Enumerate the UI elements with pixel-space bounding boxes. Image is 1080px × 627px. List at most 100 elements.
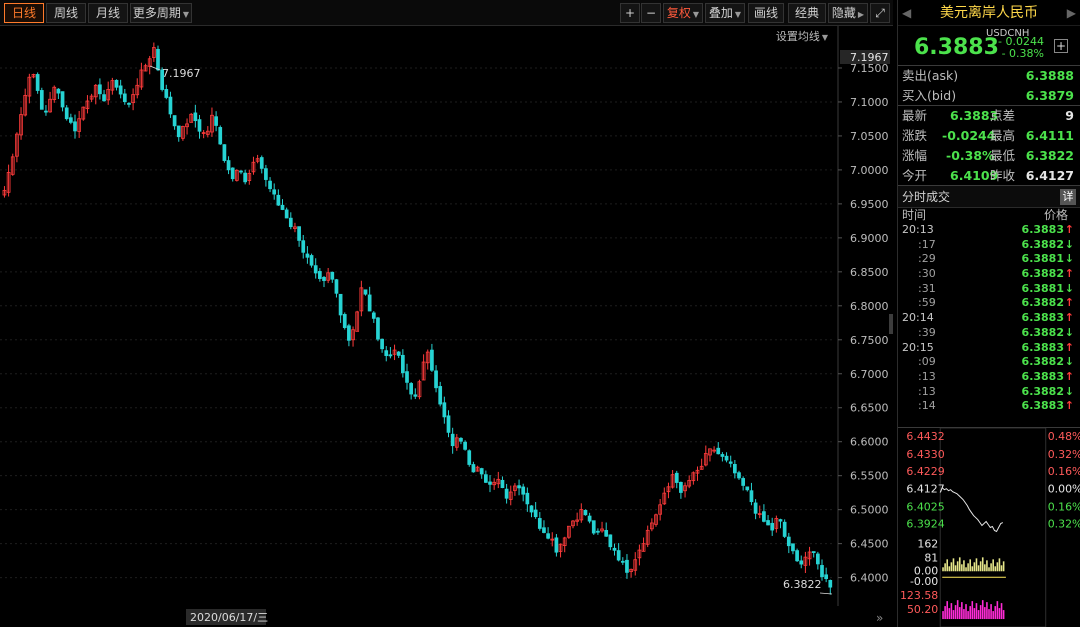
high-value: 6.4111 bbox=[1025, 128, 1074, 143]
kline-chart[interactable]: 7.15007.10007.05007.00006.95006.90006.85… bbox=[0, 26, 893, 627]
prev-close-label: 昨收 bbox=[990, 168, 1016, 183]
tick-row: :09 6.3882 ↓ bbox=[898, 355, 1080, 370]
candle-body bbox=[533, 509, 538, 518]
mini-price-label: 6.4127 bbox=[906, 483, 944, 496]
candle-body bbox=[230, 167, 235, 180]
mini-pct-label: 0.00% bbox=[1048, 483, 1080, 496]
candle-body bbox=[98, 84, 102, 95]
tick-row: :13 6.3882 ↓ bbox=[898, 385, 1080, 400]
prev-symbol-icon[interactable]: ◀ bbox=[902, 0, 911, 26]
quote-summary: USDCNH 6.3883 - 0.0244 - 0.38% + bbox=[898, 26, 1080, 66]
intraday-mini-chart[interactable]: 6.4432 6.4330 6.4229 6.4127 6.4025 6.3924 0.48… bbox=[898, 427, 1080, 627]
y-tick-label: 6.8000 bbox=[850, 300, 889, 313]
candle-body bbox=[239, 170, 243, 173]
candle-body bbox=[517, 485, 521, 489]
tick-row: :17 6.3882 ↓ bbox=[898, 238, 1080, 253]
mini-indicator-bar bbox=[971, 601, 974, 620]
candle-body bbox=[380, 338, 384, 350]
more-periods-label: 更多周期 bbox=[132, 6, 181, 20]
candle-body bbox=[583, 509, 588, 516]
mini-indicator-bar bbox=[956, 600, 959, 620]
candle-body bbox=[525, 492, 530, 505]
y-tick-label: 6.6000 bbox=[850, 436, 889, 449]
period-monthly-button[interactable]: 月线 bbox=[88, 3, 128, 23]
high-marker-label: 7.1967 bbox=[162, 67, 201, 80]
candle-body bbox=[587, 515, 592, 522]
overlay-dropdown[interactable]: 叠加 ▼ bbox=[705, 3, 745, 23]
candle-body bbox=[73, 121, 77, 132]
zoom-out-button[interactable]: − bbox=[641, 3, 661, 23]
candle-body bbox=[39, 90, 44, 110]
mini-volume-bar bbox=[967, 563, 969, 572]
candle-body bbox=[782, 521, 787, 537]
period-weekly-button[interactable]: 周线 bbox=[46, 3, 86, 23]
ticks-detail-button[interactable]: 详 bbox=[1060, 189, 1076, 205]
tick-row: 20:14 6.3883 ↑ bbox=[898, 311, 1080, 326]
candle-body bbox=[164, 89, 169, 98]
more-periods-dropdown[interactable]: 更多周期 ▼ bbox=[130, 3, 192, 23]
ask-value: 6.3888 bbox=[1025, 68, 1074, 83]
ma-settings-dropdown[interactable]: 设置均线 ▼ bbox=[776, 28, 828, 44]
low-value: 6.3822 bbox=[1025, 148, 1074, 163]
draw-lines-button[interactable]: 画线 bbox=[748, 3, 784, 23]
mini-indicator-bar bbox=[973, 608, 976, 620]
tick-time: :09 bbox=[918, 355, 936, 369]
mini-indicator-label: 162 bbox=[917, 537, 938, 550]
candle-body bbox=[259, 157, 264, 169]
classic-button[interactable]: 经典 bbox=[788, 3, 826, 23]
candle-body bbox=[824, 574, 829, 580]
tick-row: :29 6.3881 ↓ bbox=[898, 252, 1080, 267]
adjust-dropdown[interactable]: 复权 ▼ bbox=[663, 3, 703, 23]
arrow-up-icon: ↑ bbox=[1064, 369, 1074, 383]
candle-body bbox=[820, 565, 824, 578]
tick-time: :13 bbox=[918, 384, 936, 398]
arrow-down-icon: ↓ bbox=[1064, 355, 1074, 369]
fullscreen-button[interactable]: ⤢ bbox=[870, 3, 890, 23]
mini-indicator-bar bbox=[967, 611, 969, 620]
mini-indicator-bar bbox=[948, 608, 951, 620]
low-marker-label: 6.3822 bbox=[783, 578, 822, 591]
add-watchlist-button[interactable]: + bbox=[1054, 39, 1068, 53]
period-daily-button[interactable]: 日线 bbox=[4, 3, 44, 23]
candle-body bbox=[604, 530, 609, 537]
candle-body bbox=[297, 226, 301, 241]
low-label: 最低 bbox=[990, 148, 1016, 163]
panel-splitter-handle[interactable] bbox=[889, 314, 893, 334]
mini-indicator-bar bbox=[969, 606, 971, 620]
tick-row: :30 6.3882 ↑ bbox=[898, 267, 1080, 282]
candles bbox=[2, 42, 833, 595]
mini-pct-label: 0.32% bbox=[1048, 518, 1080, 531]
candle-body bbox=[728, 461, 733, 464]
candle-body bbox=[305, 253, 310, 258]
candle-body bbox=[625, 559, 629, 573]
col-time: 时间 bbox=[902, 208, 927, 222]
chevron-down-icon: ▼ bbox=[182, 10, 190, 19]
mini-price-label: 6.4330 bbox=[906, 448, 944, 461]
tick-price: 6.3882 bbox=[1021, 355, 1064, 369]
arrow-down-icon: ↓ bbox=[1064, 281, 1074, 295]
candle-body bbox=[69, 117, 73, 123]
tick-time: :39 bbox=[918, 325, 936, 339]
mini-indicator-bar bbox=[975, 603, 978, 620]
panel-header: ◀ 美元离岸人民币 ▶ bbox=[898, 0, 1080, 26]
mini-axis-labels: 6.4432 6.4330 6.4229 6.4127 6.4025 6.3924 0.48… bbox=[900, 430, 1080, 616]
candle-body bbox=[446, 415, 451, 433]
mini-indicator-bar bbox=[954, 605, 957, 620]
candle-body bbox=[537, 518, 542, 529]
mini-indicator-bar bbox=[981, 600, 984, 620]
change-block: - 0.0244 - 0.38% bbox=[998, 36, 1044, 60]
y-tick-label: 6.7000 bbox=[850, 368, 889, 381]
zoom-in-button[interactable]: + bbox=[620, 3, 640, 23]
candle-body bbox=[521, 486, 526, 495]
candle-body bbox=[596, 530, 600, 533]
mini-indicator-bar bbox=[992, 611, 994, 620]
arrow-down-icon: ↓ bbox=[1064, 325, 1074, 339]
hide-button[interactable]: 隐藏 ▶ bbox=[828, 3, 868, 23]
candle-body bbox=[467, 450, 472, 465]
candle-body bbox=[786, 536, 791, 547]
scroll-right-icon[interactable]: » bbox=[876, 611, 883, 625]
candle-body bbox=[546, 533, 550, 539]
mini-indicator-bar bbox=[979, 605, 982, 620]
next-symbol-icon[interactable]: ▶ bbox=[1067, 0, 1076, 26]
tick-price: 6.3882 bbox=[1021, 237, 1064, 251]
